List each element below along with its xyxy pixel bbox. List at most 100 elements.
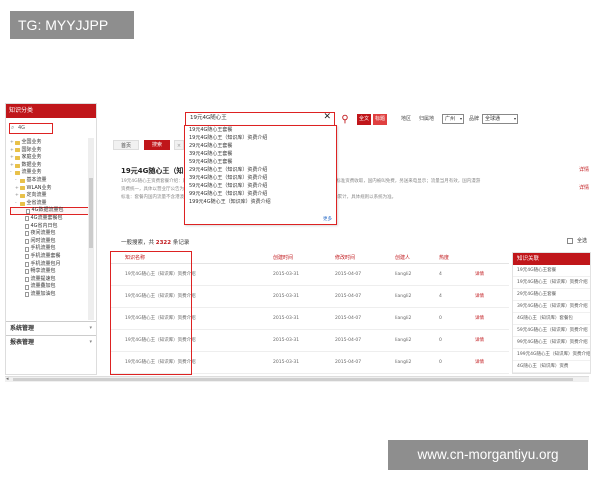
detail-title: 19元4G随心王（知 [121, 167, 184, 175]
document-icon [25, 292, 29, 298]
horizontal-scrollbar[interactable]: ◂ [5, 376, 589, 382]
chevron-down-icon: ▾ [459, 116, 462, 121]
column-header[interactable]: 创建时间 [273, 252, 335, 263]
column-header[interactable]: 修改时间 [335, 252, 395, 263]
related-item[interactable]: 199元4G随心王（知识库）资费介绍 [513, 349, 590, 361]
tab-home[interactable]: 首页 [113, 140, 139, 150]
tree-node-label: 流量加油包 [30, 290, 56, 297]
folder-icon [15, 155, 20, 160]
tree-node-label: 4G流量套餐包 [30, 214, 63, 221]
detail-link[interactable]: 详情 [475, 286, 507, 307]
related-item[interactable]: 29元4G随心王套餐 [513, 289, 590, 301]
related-item[interactable]: 19元4G随心王（知识库）资费介绍 [513, 277, 590, 289]
related-panel-title: 知识关联 [513, 253, 590, 265]
fulltext-button[interactable]: 全文 [357, 114, 371, 125]
sidebar-scroll-thumb[interactable] [89, 178, 93, 248]
detail-link[interactable]: 详情 [475, 308, 507, 329]
close-icon[interactable]: ✕ [323, 112, 331, 123]
tree-node[interactable]: 4G省内日包 [10, 223, 90, 231]
chevron-left-icon[interactable]: ◂ [6, 376, 9, 382]
horizontal-scroll-thumb[interactable] [13, 378, 573, 381]
table-cell: liangli2 [395, 294, 412, 299]
document-icon [25, 246, 29, 252]
folder-icon [20, 201, 25, 206]
tree-node[interactable]: 流量叠加包 [10, 283, 90, 291]
column-header [475, 252, 507, 263]
column-header[interactable]: 创建人 [395, 252, 439, 263]
related-item[interactable]: 4G随心王（知识库）套餐包 [513, 313, 590, 325]
suggestion-item[interactable]: 29元4G随心王（知识库）资费介绍 [185, 166, 336, 174]
tab-close[interactable]: × [174, 140, 184, 150]
suggestion-item[interactable]: 19元4G随心王（知识库）资费介绍 [185, 134, 336, 142]
tree-node[interactable]: - 流量业务 [10, 169, 90, 177]
select-all-checkbox[interactable] [567, 238, 573, 244]
title-search-button[interactable]: 标题 [373, 114, 387, 125]
province-select[interactable]: 广州 ▾ [442, 114, 464, 124]
detail-link[interactable]: 详情 [475, 264, 507, 285]
document-icon [25, 269, 29, 275]
tab-search[interactable]: 搜索 [144, 140, 170, 150]
suggestion-item[interactable]: 19元4G随心王套餐 [185, 126, 336, 134]
detail-link[interactable]: 详情 [475, 330, 507, 351]
tree-node-label: 畅享流量包 [30, 268, 56, 275]
tree-node[interactable]: + 定向流量 [10, 192, 90, 200]
detail-link[interactable]: 详情 [475, 352, 507, 373]
more-suggestions-link[interactable]: 更多 [323, 216, 332, 222]
tree-node[interactable]: + 家庭业务 [10, 154, 90, 162]
tree-node[interactable]: + WLAN业务 [10, 185, 90, 193]
knowledge-base-app: 知识分类 ⌕ 4G + 全国业务 + 国际业务 + 家庭业务 + 数据业务 - 流量业务 - 基本流量… [5, 100, 591, 384]
category-search-value: 4G [18, 125, 26, 131]
folder-icon [15, 140, 20, 145]
sidebar-section-label: 系统管理 [10, 325, 35, 332]
suggestion-item[interactable]: 199元4G随心王（知识库）资费介绍 [185, 198, 336, 206]
folder-icon [20, 193, 25, 198]
table-cell: 2015-03-31 [273, 294, 300, 299]
tree-node[interactable]: 流量加油包 [10, 291, 90, 299]
sidebar-section-reports[interactable]: 报表管理 ▾ [6, 335, 96, 348]
suggestion-item[interactable]: 59元4G随心王（知识库）资费介绍 [185, 182, 336, 190]
related-item[interactable]: 19元4G随心王套餐 [513, 265, 590, 277]
search-button[interactable]: ⚲ [339, 114, 351, 126]
tree-node-label: 家庭业务 [21, 154, 42, 161]
sidebar-section-system[interactable]: 系统管理 ▾ [6, 321, 96, 334]
detail-link[interactable]: 详情 [579, 184, 589, 191]
suggestion-item[interactable]: 99元4G随心王（知识库）资费介绍 [185, 190, 336, 198]
table-cell: 2015-04-07 [335, 338, 362, 343]
brand-select[interactable]: 全球通 ▾ [482, 114, 518, 124]
table-cell: 0 [439, 338, 442, 343]
related-item[interactable]: 59元4G随心王（知识库）资费介绍 [513, 325, 590, 337]
tree-node[interactable]: + 全国业务 [10, 139, 90, 147]
related-item[interactable]: 99元4G随心王（知识库）资费介绍 [513, 337, 590, 349]
tree-node[interactable]: 4G流量套餐包 [10, 215, 90, 223]
folder-icon [20, 178, 25, 183]
knowledge-search-input[interactable]: 19元4G随心王 ✕ [185, 112, 335, 126]
suggestion-item[interactable]: 39元4G随心王套餐 [185, 150, 336, 158]
table-cell: 2015-03-31 [273, 360, 300, 365]
related-item[interactable]: 4G随心王（知识库）资费 [513, 361, 590, 373]
result-count: 一般搜索，共 2322 条记录 [121, 238, 189, 246]
table-cell: 2015-04-07 [335, 316, 362, 321]
tree-node[interactable]: - 基本流量 [10, 177, 90, 185]
tree-node[interactable]: 手机流量包月 [10, 261, 90, 269]
tree-node[interactable]: 畅享流量包 [10, 268, 90, 276]
suggestion-item[interactable]: 29元4G随心王套餐 [185, 142, 336, 150]
search-icon: ⌕ [11, 124, 15, 131]
knowledge-search-value: 19元4G随心王 [190, 115, 227, 121]
column-header[interactable]: 热度 [439, 252, 475, 263]
suggestion-item[interactable]: 39元4G随心王（知识库）资费介绍 [185, 174, 336, 182]
table-cell: 4 [439, 272, 442, 277]
related-item[interactable]: 39元4G随心王（知识库）资费介绍 [513, 301, 590, 313]
detail-link[interactable]: 详情 [579, 166, 589, 173]
region-label: 地区 [401, 116, 412, 122]
province-value: 广州 [445, 116, 456, 122]
suggestion-item[interactable]: 59元4G随心王套餐 [185, 158, 336, 166]
tree-node[interactable]: 手机流量包 [10, 245, 90, 253]
sidebar-scrollbar[interactable] [88, 138, 94, 320]
tree-node[interactable]: 夜间流量包 [10, 230, 90, 238]
category-search-input[interactable]: ⌕ 4G [9, 123, 53, 134]
tree-node[interactable]: 手机流量套餐 [10, 253, 90, 261]
tree-node[interactable]: 4G数据流量包 [10, 207, 90, 215]
search-suggestions: 19元4G随心王套餐 19元4G随心王（知识库）资费介绍 29元4G随心王套餐 39元… [184, 125, 337, 225]
tree-node-label: 4G数据流量包 [31, 207, 64, 214]
related-knowledge-panel: 知识关联 19元4G随心王套餐 19元4G随心王（知识库）资费介绍 29元4G随心王… [512, 252, 591, 374]
